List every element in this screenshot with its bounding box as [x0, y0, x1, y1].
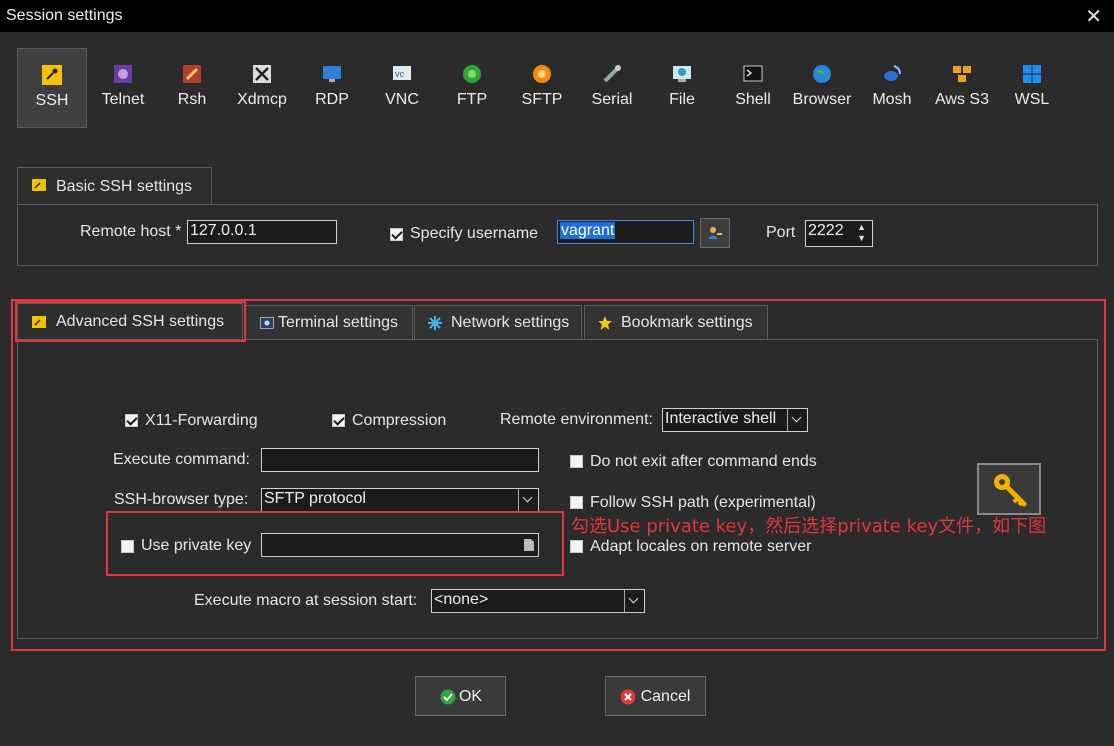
- protocol-shell[interactable]: Shell: [718, 48, 788, 128]
- user-icon: [708, 227, 722, 239]
- rdp-icon: [323, 66, 341, 82]
- protocol-label: SFTP: [521, 91, 563, 108]
- specify-username-checkbox[interactable]: [390, 228, 403, 241]
- sftp-icon: [533, 65, 551, 83]
- protocol-browser[interactable]: Browser: [787, 48, 857, 128]
- key-icon: [42, 65, 62, 85]
- protocol-ssh[interactable]: SSH: [17, 48, 87, 128]
- spin-up-icon[interactable]: ▲: [857, 222, 866, 232]
- ok-label: OK: [458, 688, 483, 705]
- protocol-mosh[interactable]: Mosh: [857, 48, 927, 128]
- protocol-label: Telnet: [101, 91, 145, 108]
- protocol-xdmcp[interactable]: Xdmcp: [227, 48, 297, 128]
- port-value: 2222: [808, 222, 844, 239]
- cancel-label: Cancel: [640, 688, 691, 705]
- username-input[interactable]: vagrant: [557, 220, 694, 244]
- specify-username-label: Specify username: [410, 225, 539, 242]
- protocol-sftp[interactable]: SFTP: [507, 48, 577, 128]
- rsh-icon: [183, 65, 201, 83]
- protocol-label: Browser: [792, 91, 852, 108]
- protocol-rsh[interactable]: Rsh: [157, 48, 227, 128]
- protocol-label: File: [669, 91, 695, 108]
- protocol-label: Serial: [591, 91, 633, 108]
- protocol-label: WSL: [1014, 91, 1050, 108]
- shell-icon: [743, 65, 763, 82]
- protocol-vnc[interactable]: vc VNC: [367, 48, 437, 128]
- mosh-icon: [884, 65, 901, 81]
- protocol-serial[interactable]: Serial: [577, 48, 647, 128]
- tab-label: Basic SSH settings: [56, 178, 193, 195]
- protocol-label: SSH: [35, 92, 69, 109]
- annotation-text: 勾选Use private key，然后选择private key文件，如下图: [571, 516, 1047, 537]
- ftp-icon: [463, 65, 481, 83]
- protocol-file[interactable]: File: [647, 48, 717, 128]
- protocol-label: RDP: [315, 91, 349, 108]
- spin-down-icon[interactable]: ▼: [857, 233, 866, 243]
- vnc-icon: vc: [393, 66, 411, 80]
- aws-s3-icon: [953, 66, 971, 82]
- telnet-icon: [114, 65, 132, 83]
- username-value: vagrant: [560, 222, 616, 239]
- ok-button[interactable]: OK: [415, 676, 506, 716]
- protocol-label: Xdmcp: [237, 91, 287, 108]
- close-button[interactable]: ✕: [1085, 4, 1102, 29]
- port-spinner[interactable]: 2222 ▲ ▼: [805, 220, 873, 247]
- protocol-label: Shell: [735, 91, 771, 108]
- protocol-label: FTP: [456, 91, 488, 108]
- svg-text:vc: vc: [395, 69, 405, 79]
- title-bar: [0, 0, 1114, 32]
- protocol-ftp[interactable]: FTP: [437, 48, 507, 128]
- window-title: Session settings: [6, 7, 123, 24]
- browser-icon: [813, 65, 831, 83]
- tab-basic-ssh[interactable]: Basic SSH settings: [17, 167, 212, 205]
- wsl-icon: [1023, 65, 1041, 83]
- protocol-label: Mosh: [872, 91, 912, 108]
- xdmcp-icon: [253, 65, 271, 83]
- annotation-private-key-box: [106, 511, 564, 576]
- cancel-button[interactable]: Cancel: [605, 676, 706, 716]
- annotation-advanced-tab-box: [15, 301, 246, 342]
- port-label: Port: [766, 224, 796, 241]
- protocol-rdp[interactable]: RDP: [297, 48, 367, 128]
- user-picker-button[interactable]: [700, 218, 730, 248]
- protocol-label: Rsh: [177, 91, 207, 108]
- protocol-telnet[interactable]: Telnet: [88, 48, 158, 128]
- key-icon: [32, 179, 46, 191]
- protocol-label: Aws S3: [935, 91, 989, 108]
- remote-host-label: Remote host *: [80, 223, 182, 240]
- serial-icon: [603, 65, 621, 83]
- annotation-advanced-panel-box: [11, 299, 1106, 651]
- file-icon: [673, 66, 691, 82]
- protocol-label: VNC: [385, 91, 419, 108]
- protocol-wsl[interactable]: WSL: [997, 48, 1067, 128]
- remote-host-input[interactable]: 127.0.0.1: [187, 220, 337, 244]
- protocol-aws-s3[interactable]: Aws S3: [927, 48, 997, 128]
